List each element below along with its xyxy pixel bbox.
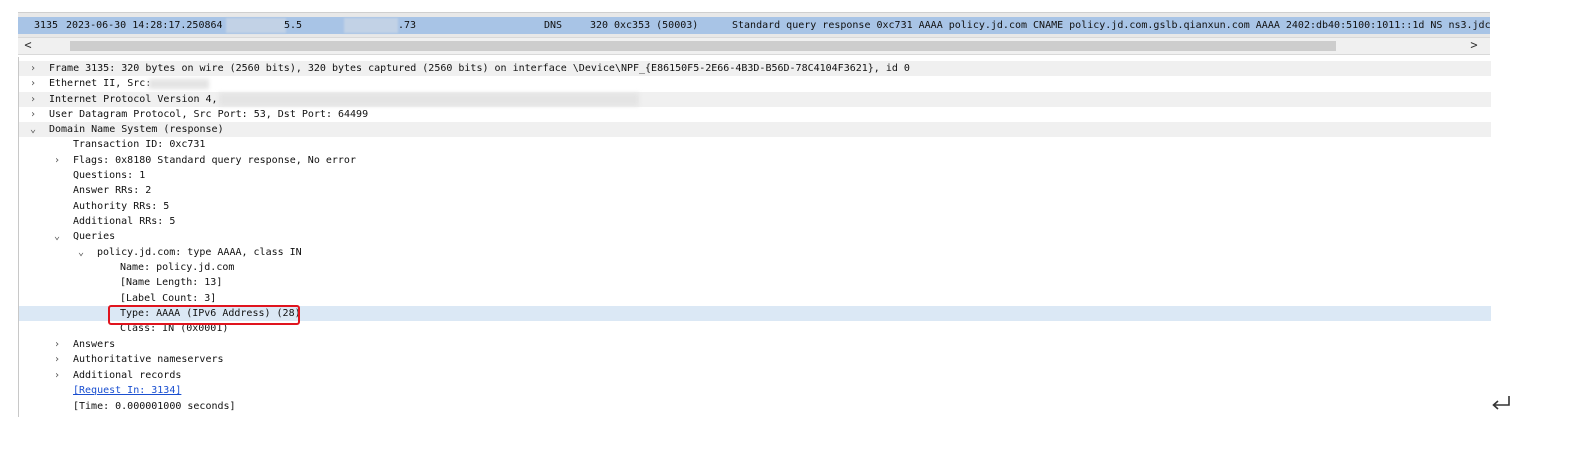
packet-no: 3135 — [34, 20, 59, 31]
tree-item-answers[interactable]: › Answers — [19, 337, 1491, 352]
tree-label-additional-rrs: Additional RRs: 5 — [73, 216, 176, 227]
chevron-right-icon[interactable]: › — [51, 337, 63, 352]
redacted-destination — [344, 18, 398, 33]
packet-source: 5.5 — [284, 20, 303, 31]
tree-item-additional-records[interactable]: › Additional records — [19, 368, 1491, 383]
tree-item-questions[interactable]: Questions: 1 — [19, 168, 1491, 183]
tree-item-transaction-id[interactable]: Transaction ID: 0xc731 — [19, 137, 1491, 152]
redacted-source — [226, 18, 286, 33]
tree-item-dns[interactable]: ⌄ Domain Name System (response) — [19, 122, 1491, 137]
chevron-right-icon[interactable]: › — [27, 92, 39, 107]
tree-item-udp[interactable]: › User Datagram Protocol, Src Port: 53, … — [19, 107, 1491, 122]
tree-label-ip: Internet Protocol Version 4, — [49, 94, 218, 105]
packet-length: 320 — [590, 20, 609, 31]
tree-item-frame[interactable]: › Frame 3135: 320 bytes on wire (2560 bi… — [19, 61, 1491, 76]
tree-label-frame: Frame 3135: 320 bytes on wire (2560 bits… — [49, 63, 910, 74]
tree-item-flags[interactable]: › Flags: 0x8180 Standard query response,… — [19, 153, 1491, 168]
scrollbar-thumb[interactable] — [70, 41, 1336, 51]
packet-time: 2023-06-30 14:28:17.250864 — [66, 20, 223, 31]
chevron-right-icon[interactable]: › — [51, 352, 63, 367]
tree-item-time[interactable]: [Time: 0.000001000 seconds] — [19, 399, 1491, 414]
redacted-mac — [149, 79, 209, 89]
tree-label-authoritative-nameservers: Authoritative nameservers — [73, 354, 224, 365]
chevron-right-icon[interactable]: › — [27, 61, 39, 76]
tree-item-query[interactable]: ⌄ policy.jd.com: type AAAA, class IN — [19, 245, 1491, 260]
tree-item-ethernet[interactable]: › Ethernet II, Src: — [19, 76, 1491, 91]
packet-destination: .73 — [398, 20, 417, 31]
tree-item-ip[interactable]: › Internet Protocol Version 4, — [19, 92, 1491, 107]
horizontal-scrollbar[interactable]: < > — [18, 37, 1490, 55]
chevron-right-icon[interactable]: › — [51, 153, 63, 168]
packet-row-selected[interactable]: 3135 2023-06-30 14:28:17.250864 5.5 .73 … — [18, 17, 1490, 34]
chevron-left-icon[interactable]: < — [20, 38, 36, 54]
tree-label-answer-rrs: Answer RRs: 2 — [73, 185, 152, 196]
tree-item-additional-rrs[interactable]: Additional RRs: 5 — [19, 214, 1491, 229]
tree-item-name-length[interactable]: [Name Length: 13] — [19, 275, 1491, 290]
chevron-down-icon[interactable]: ⌄ — [27, 122, 39, 137]
tree-label-time: [Time: 0.000001000 seconds] — [73, 401, 236, 412]
tree-item-authoritative-nameservers[interactable]: › Authoritative nameservers — [19, 352, 1491, 367]
tree-label-authority-rrs: Authority RRs: 5 — [73, 201, 170, 212]
tree-item-queries[interactable]: ⌄ Queries — [19, 229, 1491, 244]
chevron-right-icon[interactable]: › — [27, 107, 39, 122]
tree-label-answers: Answers — [73, 339, 116, 350]
tree-label-label-count: [Label Count: 3] — [120, 293, 217, 304]
highlight-annotation-box — [108, 305, 300, 325]
tree-label-additional-records: Additional records — [73, 370, 182, 381]
chevron-right-icon[interactable]: > — [1466, 38, 1482, 54]
request-in-link[interactable]: [Request In: 3134] — [73, 383, 181, 398]
packet-protocol: DNS — [544, 20, 563, 31]
tree-label-ethernet: Ethernet II, Src: — [49, 78, 152, 89]
chevron-right-icon[interactable]: › — [27, 76, 39, 91]
tree-item-answer-rrs[interactable]: Answer RRs: 2 — [19, 183, 1491, 198]
tree-item-name[interactable]: Name: policy.jd.com — [19, 260, 1491, 275]
tree-item-request-in[interactable]: [Request In: 3134] — [19, 383, 1491, 398]
tree-label-queries: Queries — [73, 231, 116, 242]
packet-ip-id: 0xc353 (50003) — [614, 20, 699, 31]
tree-item-label-count[interactable]: [Label Count: 3] — [19, 291, 1491, 306]
tree-label-flags: Flags: 0x8180 Standard query response, N… — [73, 155, 356, 166]
enter-return-icon[interactable] — [1488, 392, 1514, 416]
tree-item-authority-rrs[interactable]: Authority RRs: 5 — [19, 199, 1491, 214]
chevron-right-icon[interactable]: › — [51, 368, 63, 383]
packet-details-tree: › Frame 3135: 320 bytes on wire (2560 bi… — [18, 57, 1491, 417]
tree-label-query: policy.jd.com: type AAAA, class IN — [97, 247, 302, 258]
chevron-down-icon[interactable]: ⌄ — [51, 229, 63, 244]
tree-label-questions: Questions: 1 — [73, 170, 146, 181]
redacted-ip-addresses — [219, 93, 639, 106]
tree-label-name: Name: policy.jd.com — [120, 262, 235, 273]
chevron-down-icon[interactable]: ⌄ — [75, 245, 87, 260]
tree-label-dns: Domain Name System (response) — [49, 124, 224, 135]
tree-label-name-length: [Name Length: 13] — [120, 277, 223, 288]
tree-label-udp: User Datagram Protocol, Src Port: 53, Ds… — [49, 109, 369, 120]
tree-label-transaction-id: Transaction ID: 0xc731 — [73, 139, 206, 150]
packet-info: Standard query response 0xc731 AAAA poli… — [732, 20, 1490, 31]
packet-list: 3135 2023-06-30 14:28:17.250864 5.5 .73 … — [18, 12, 1490, 37]
